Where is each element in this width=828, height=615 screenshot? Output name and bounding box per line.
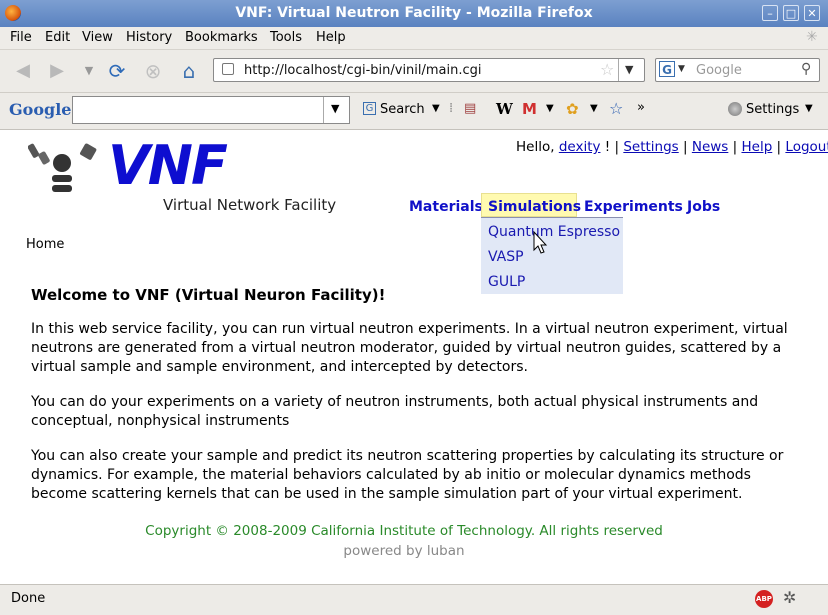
news-link[interactable]: News: [692, 139, 728, 155]
settings-gear-icon[interactable]: [728, 102, 742, 116]
search-bar[interactable]: G ▼ Google ⚲: [655, 58, 820, 82]
gadgets-icon[interactable]: ✿: [566, 100, 579, 118]
url-divider: [618, 59, 619, 81]
back-icon[interactable]: ◀: [10, 58, 36, 84]
search-placeholder[interactable]: Google: [696, 63, 742, 78]
menu-tools[interactable]: Tools: [270, 30, 302, 45]
page-heading: Welcome to VNF (Virtual Neuron Facility)…: [31, 286, 386, 304]
nav-jobs[interactable]: Jobs: [687, 199, 720, 215]
submenu-vasp[interactable]: VASP: [488, 249, 524, 265]
engine-dropdown-icon[interactable]: ▼: [678, 64, 685, 74]
help-link[interactable]: Help: [741, 139, 772, 155]
adblock-icon[interactable]: ABP: [755, 590, 773, 608]
hello-bang: !: [604, 139, 611, 155]
google-search-button[interactable]: Search: [380, 102, 425, 117]
url-bar[interactable]: http://localhost/cgi-bin/vinil/main.cgi …: [213, 58, 645, 82]
breadcrumb[interactable]: Home: [26, 237, 64, 252]
reload-icon[interactable]: ⟳: [104, 58, 130, 84]
toolbar-separator-icon: ⁞: [449, 101, 454, 116]
google-query-input[interactable]: ▼: [72, 96, 350, 124]
user-bar: Hello, dexity ! | Settings | News | Help…: [516, 139, 828, 155]
google-settings-button[interactable]: Settings: [746, 102, 799, 117]
throbber-icon: ✳: [806, 29, 818, 45]
vnf-logo-text[interactable]: VNF: [108, 136, 228, 196]
gmail-icon[interactable]: M: [522, 100, 537, 118]
gadgets-dropdown-icon[interactable]: ▼: [590, 103, 598, 114]
maximize-icon[interactable]: □: [783, 5, 799, 21]
intro-paragraph: In this web service facility, you can ru…: [31, 321, 788, 375]
google-search-icon[interactable]: G: [363, 102, 376, 115]
google-logo[interactable]: Google: [9, 100, 71, 119]
query-divider: [323, 97, 324, 123]
stop-icon[interactable]: ⊗: [140, 58, 166, 84]
forward-icon[interactable]: ▶: [44, 58, 70, 84]
home-icon[interactable]: ⌂: [176, 58, 202, 84]
url-text[interactable]: http://localhost/cgi-bin/vinil/main.cgi: [244, 63, 482, 78]
username-link[interactable]: dexity: [559, 139, 601, 155]
instruments-paragraph: You can do your experiments on a variety…: [31, 394, 759, 429]
menu-file[interactable]: File: [10, 30, 32, 45]
url-dropdown-icon[interactable]: ▼: [625, 63, 633, 76]
mouse-cursor-icon: [533, 231, 548, 254]
history-dropdown-icon[interactable]: ▼: [76, 58, 102, 84]
close-icon[interactable]: ✕: [804, 5, 820, 21]
bookmark-star-icon[interactable]: ☆: [600, 60, 614, 79]
menu-help[interactable]: Help: [316, 30, 346, 45]
menu-bookmarks[interactable]: Bookmarks: [185, 30, 258, 45]
vnf-logo-subtitle: Virtual Network Facility: [163, 196, 337, 214]
gmail-dropdown-icon[interactable]: ▼: [546, 103, 554, 114]
nav-experiments[interactable]: Experiments: [584, 199, 683, 215]
settings-link[interactable]: Settings: [623, 139, 678, 155]
google-search-dropdown-icon[interactable]: ▼: [432, 103, 440, 114]
window-title: VNF: Virtual Neutron Facility - Mozilla …: [235, 5, 593, 21]
simulations-submenu: Quantum Espresso VASP GULP: [481, 217, 623, 294]
page-icon: [222, 63, 234, 75]
menubar: File Edit View History Bookmarks Tools H…: [0, 27, 828, 50]
menu-view[interactable]: View: [82, 30, 113, 45]
status-bar: Done ABP ✲: [0, 584, 828, 615]
settings-dropdown-icon[interactable]: ▼: [805, 103, 813, 114]
window-titlebar: VNF: Virtual Neutron Facility - Mozilla …: [0, 0, 828, 27]
query-dropdown-icon[interactable]: ▼: [331, 102, 339, 115]
search-icon[interactable]: ⚲: [801, 61, 811, 77]
firebug-icon[interactable]: ✲: [783, 588, 796, 607]
nav-materials[interactable]: Materials: [409, 199, 483, 215]
menu-history[interactable]: History: [126, 30, 172, 45]
wikipedia-icon[interactable]: W: [496, 100, 513, 118]
submenu-quantum-espresso[interactable]: Quantum Espresso: [488, 224, 620, 240]
logout-link[interactable]: Logout: [785, 139, 828, 155]
bookmark-star-icon[interactable]: ☆: [609, 99, 623, 118]
powered-by-text: powered by luban: [343, 543, 465, 559]
hello-text: Hello,: [516, 139, 555, 155]
google-engine-icon[interactable]: G: [659, 61, 675, 77]
menu-edit[interactable]: Edit: [45, 30, 70, 45]
minimize-icon[interactable]: –: [762, 5, 778, 21]
vnf-logo-icon[interactable]: [28, 140, 98, 200]
sample-paragraph: You can also create your sample and pred…: [31, 448, 784, 502]
copyright-text: Copyright © 2008-2009 California Institu…: [145, 523, 663, 539]
status-text: Done: [11, 591, 46, 606]
more-chevron-icon[interactable]: »: [637, 100, 645, 115]
nav-simulations[interactable]: Simulations: [488, 199, 581, 215]
google-news-icon[interactable]: ▤: [464, 101, 476, 116]
